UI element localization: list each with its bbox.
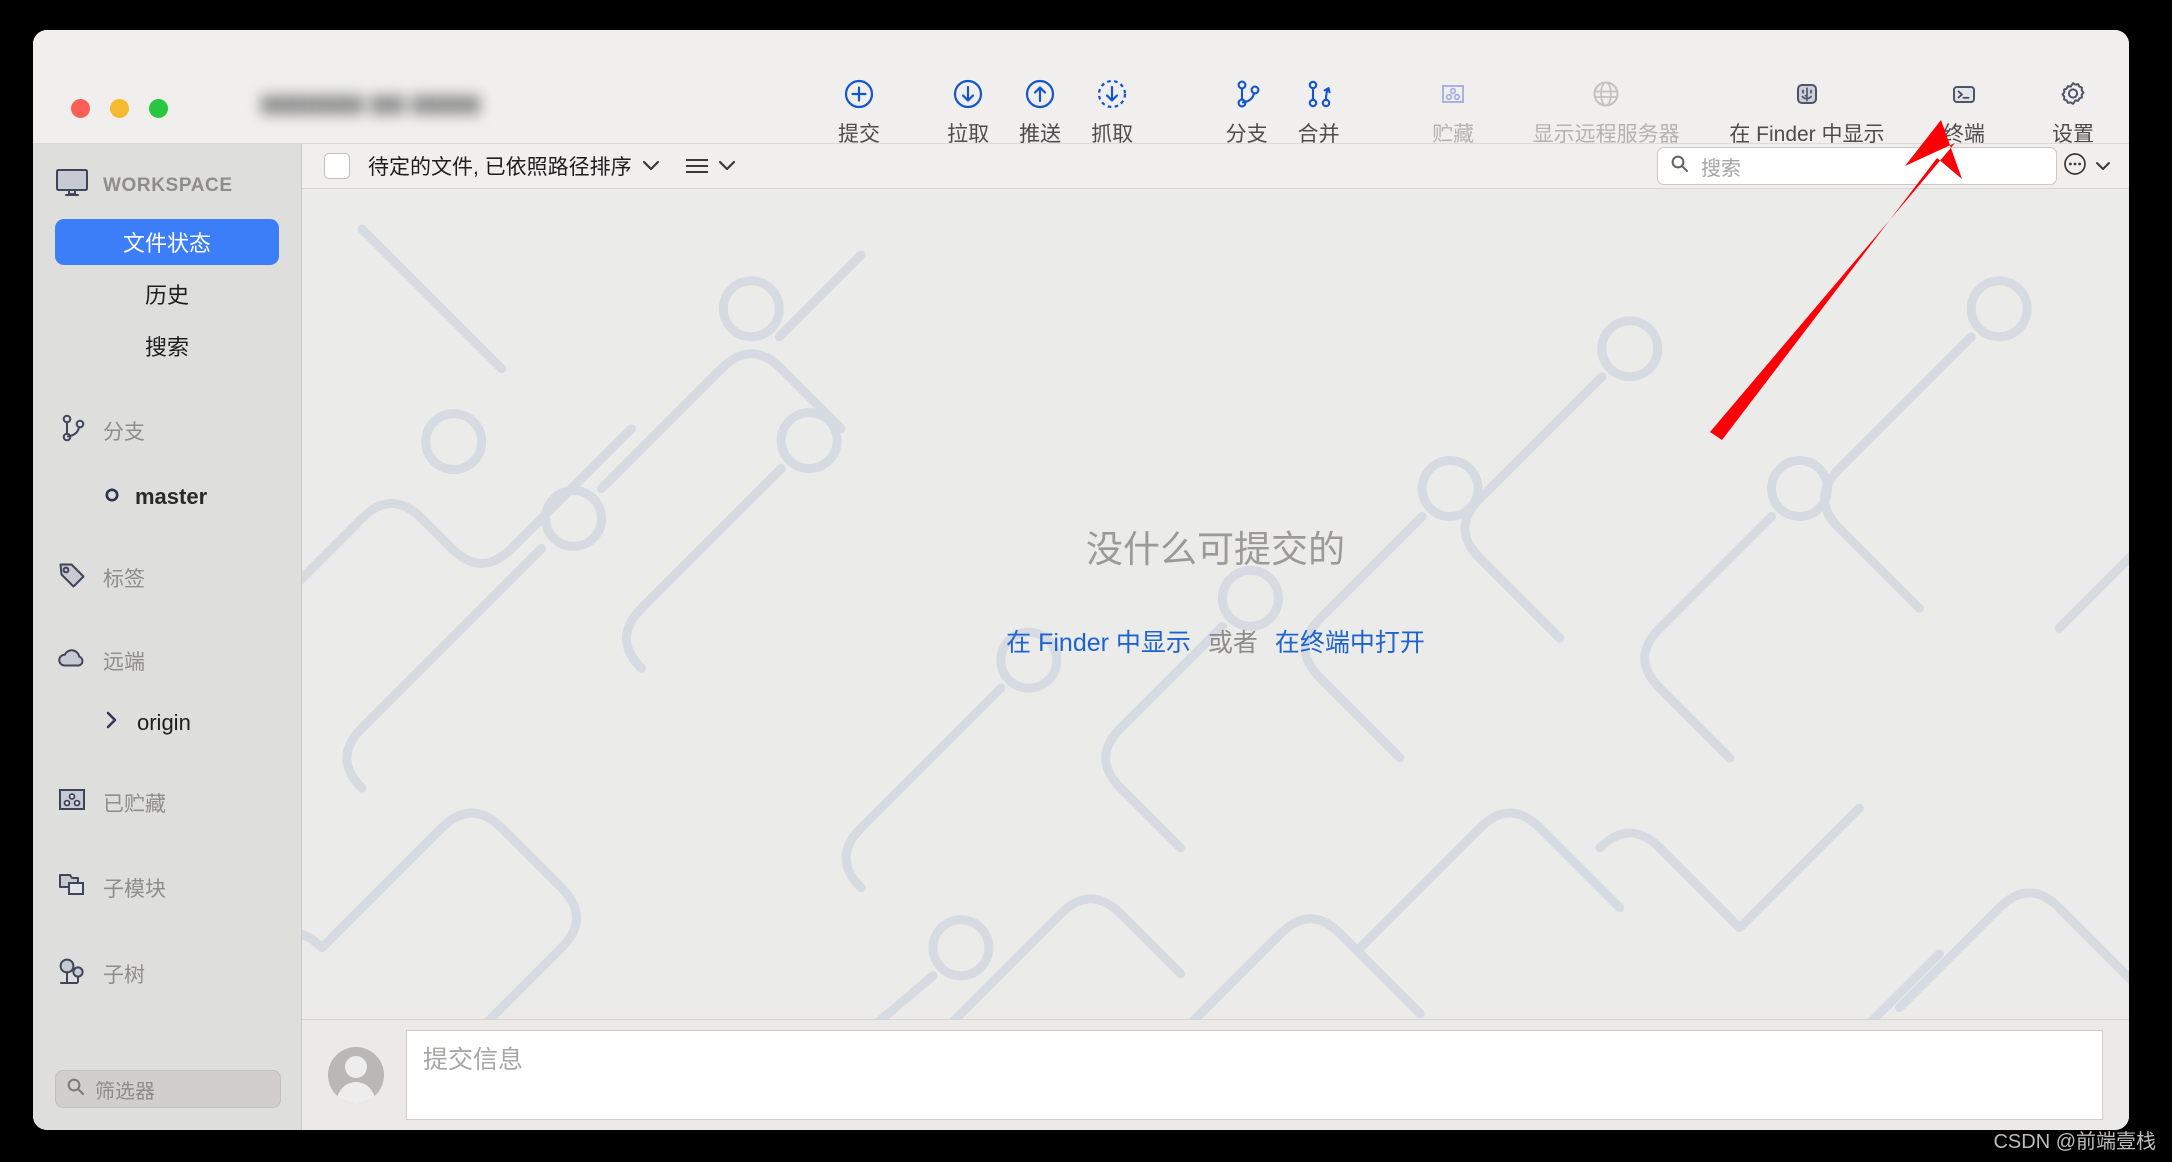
content-area: 待定的文件, 已依照路径排序 搜索 没什么可提交的 在 Finder 中显示 或… — [302, 144, 2129, 1130]
select-all-checkbox[interactable] — [324, 153, 350, 179]
fetch-dashed-circle-icon — [1095, 76, 1129, 112]
gear-icon — [2056, 76, 2090, 112]
traffic-lights — [71, 99, 168, 118]
tag-icon — [55, 558, 89, 597]
finder-icon — [1790, 76, 1824, 112]
branch-icon — [1230, 76, 1264, 112]
sidebar-stashes-label: 已贮藏 — [103, 792, 166, 816]
sidebar-scroll: WORKSPACE 文件状态 历史 搜索 分支 master 标签 远端 ori… — [33, 144, 301, 1070]
sidebar-section-stashes[interactable]: 已贮藏 — [33, 774, 301, 831]
sidebar-section-tags[interactable]: 标签 — [33, 548, 301, 607]
content-search-input[interactable]: 搜索 — [1657, 147, 2057, 185]
push-up-arrow-circle-icon — [1023, 76, 1057, 112]
search-icon — [1670, 154, 1689, 178]
sidebar-submodules-label: 子模块 — [103, 877, 166, 901]
sidebar-section-subtrees[interactable]: 子树 — [33, 944, 301, 1003]
window-body: WORKSPACE 文件状态 历史 搜索 分支 master 标签 远端 ori… — [33, 144, 2129, 1130]
list-lines-icon[interactable] — [685, 159, 708, 173]
sidebar-tags-label: 标签 — [103, 567, 145, 591]
commit-plus-circle-icon — [842, 76, 876, 112]
sidebar-branch-master[interactable]: master — [33, 476, 301, 518]
toolbar-pull-button[interactable]: 拉取 — [932, 76, 1004, 148]
open-in-terminal-link[interactable]: 在终端中打开 — [1275, 629, 1425, 657]
toolbar-push-button[interactable]: 推送 — [1004, 76, 1076, 148]
toolbar-stash-button[interactable]: 贮藏 — [1417, 76, 1489, 148]
sidebar-workspace-label: WORKSPACE — [103, 174, 233, 196]
subtree-icon — [55, 954, 89, 993]
toolbar-reveal-in-finder-button[interactable]: 在 Finder 中显示 — [1723, 76, 1891, 148]
window-title: ▆▆▆▆▆▆ ▆▆ ▆▆▆▆ — [261, 91, 481, 114]
cloud-icon — [55, 645, 89, 676]
commit-message-placeholder: 提交信息 — [423, 1046, 524, 1074]
commit-message-input[interactable]: 提交信息 — [406, 1030, 2103, 1120]
sidebar-remote-origin[interactable]: origin — [33, 702, 301, 744]
commit-message-bar: 提交信息 — [302, 1019, 2129, 1130]
sidebar-branches-label: 分支 — [103, 420, 145, 444]
branch-node-icon — [103, 484, 121, 510]
empty-state-actions: 在 Finder 中显示 或者 在终端中打开 — [302, 623, 2129, 659]
sidebar-item-search[interactable]: 搜索 — [55, 323, 279, 369]
pull-down-arrow-circle-icon — [951, 76, 985, 112]
content-search-placeholder: 搜索 — [1701, 157, 1741, 180]
sidebar-item-history[interactable]: 历史 — [55, 271, 279, 317]
pending-files-bar: 待定的文件, 已依照路径排序 搜索 — [302, 144, 2129, 189]
toolbar-settings-button[interactable]: 设置 — [2037, 76, 2109, 148]
content-search-wrap: 搜索 — [1657, 147, 2057, 185]
sidebar-filter-placeholder: 筛选器 — [95, 1080, 155, 1103]
sidebar-section-submodules[interactable]: 子模块 — [33, 859, 301, 916]
ellipsis-circle-icon — [2063, 152, 2087, 181]
app-window: ▆▆▆▆▆▆ ▆▆ ▆▆▆▆ 提交 拉取 推送 抓取 分支 合并 贮藏 显示远程… — [33, 30, 2129, 1130]
stash-box-icon — [55, 784, 89, 821]
sidebar-item-label: 文件状态 — [122, 231, 211, 256]
sidebar-branch-label: master — [135, 484, 208, 509]
sidebar-item-label: 历史 — [144, 283, 189, 308]
sidebar: WORKSPACE 文件状态 历史 搜索 分支 master 标签 远端 ori… — [33, 144, 302, 1130]
toolbar-commit-button[interactable]: 提交 — [823, 76, 895, 148]
chevron-right-icon[interactable] — [105, 710, 119, 736]
close-button[interactable] — [71, 99, 90, 118]
search-icon — [66, 1077, 85, 1101]
chevron-down-icon[interactable] — [642, 158, 660, 175]
empty-state-title: 没什么可提交的 — [1086, 529, 1345, 570]
avatar — [328, 1047, 384, 1103]
globe-icon — [1589, 76, 1623, 112]
merge-icon — [1302, 76, 1336, 112]
title-bar: ▆▆▆▆▆▆ ▆▆ ▆▆▆▆ 提交 拉取 推送 抓取 分支 合并 贮藏 显示远程… — [33, 30, 2129, 146]
watermark: CSDN @前端壹栈 — [1993, 1131, 2156, 1153]
toolbar-branch-button[interactable]: 分支 — [1211, 76, 1283, 148]
submodule-icon — [55, 869, 89, 906]
sidebar-filter-input[interactable]: 筛选器 — [55, 1070, 281, 1108]
branch-icon — [55, 411, 89, 450]
monitor-icon — [55, 168, 89, 203]
sidebar-subtrees-label: 子树 — [103, 963, 145, 987]
chevron-down-icon — [2095, 158, 2111, 176]
terminal-icon — [1947, 76, 1981, 112]
minimize-button[interactable] — [110, 99, 129, 118]
empty-state-canvas: 没什么可提交的 在 Finder 中显示 或者 在终端中打开 — [302, 189, 2129, 1019]
sidebar-section-remotes[interactable]: 远端 — [33, 635, 301, 686]
sidebar-remotes-label: 远端 — [103, 650, 145, 674]
empty-state: 没什么可提交的 在 Finder 中显示 或者 在终端中打开 — [302, 519, 2129, 659]
reveal-in-finder-link[interactable]: 在 Finder 中显示 — [1006, 629, 1191, 657]
conjunction-text: 或者 — [1207, 629, 1258, 657]
sidebar-item-file-status[interactable]: 文件状态 — [55, 219, 279, 265]
sidebar-item-label: 搜索 — [144, 335, 189, 360]
chevron-down-icon[interactable] — [718, 158, 736, 175]
toolbar-terminal-button[interactable]: 终端 — [1928, 76, 2000, 148]
stash-box-icon — [1436, 76, 1470, 112]
more-options-button[interactable] — [2063, 152, 2111, 181]
sidebar-remote-label: origin — [137, 710, 191, 735]
toolbar-show-remote-button[interactable]: 显示远程服务器 — [1526, 76, 1686, 148]
main-toolbar: 提交 拉取 推送 抓取 分支 合并 贮藏 显示远程服务器 在 Finder 中显… — [823, 76, 2109, 148]
sidebar-section-branches[interactable]: 分支 — [33, 401, 301, 460]
toolbar-merge-button[interactable]: 合并 — [1283, 76, 1355, 148]
toolbar-fetch-button[interactable]: 抓取 — [1076, 76, 1148, 148]
maximize-button[interactable] — [149, 99, 168, 118]
sidebar-section-workspace[interactable]: WORKSPACE — [33, 158, 301, 213]
pending-files-label: 待定的文件, 已依照路径排序 — [368, 156, 632, 179]
